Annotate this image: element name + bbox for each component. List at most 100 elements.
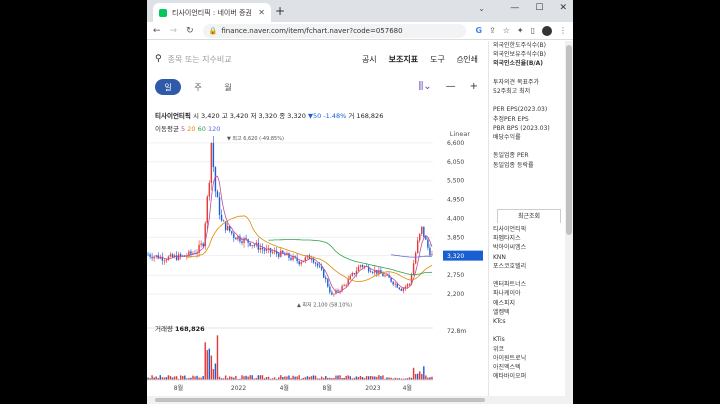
ma-20[interactable]: 20 bbox=[187, 125, 195, 133]
recent-stock-item[interactable]: KTis bbox=[493, 335, 505, 344]
sidebar-toggle-icon[interactable]: ▯ bbox=[531, 26, 535, 35]
address-bar-row: ← → ↻ 🔒 finance.naver.com/item/fchart.na… bbox=[147, 22, 573, 40]
disclosure-link[interactable]: 공시 bbox=[362, 54, 377, 65]
candle-body bbox=[171, 254, 174, 258]
volume-value: 168,826 bbox=[356, 112, 384, 120]
candle-body bbox=[343, 284, 345, 287]
volume-bar bbox=[284, 376, 286, 380]
back-icon[interactable]: ← bbox=[153, 26, 161, 36]
sidebar-info-item[interactable]: PER EPS(2023.03) bbox=[493, 105, 547, 114]
compare-search-input[interactable]: 종목 또는 지수비교 bbox=[168, 54, 362, 65]
candle-body bbox=[259, 247, 262, 250]
low-value: 3,320 bbox=[258, 112, 278, 120]
bookmark-star-icon[interactable]: ☆ bbox=[503, 26, 510, 35]
minimize-icon[interactable]: — bbox=[510, 3, 519, 13]
recent-stock-item[interactable]: 포스코호텔리 bbox=[493, 262, 526, 271]
ma-60[interactable]: 60 bbox=[198, 125, 206, 133]
candle-body bbox=[351, 273, 354, 276]
period-tab-month[interactable]: 월 bbox=[215, 79, 241, 95]
share-icon[interactable]: ⇪ bbox=[489, 26, 496, 35]
close-window-icon[interactable]: ✕ bbox=[559, 3, 567, 13]
recent-stock-item[interactable]: KTcs bbox=[493, 317, 506, 326]
forward-icon[interactable]: → bbox=[170, 26, 178, 36]
volume-bar bbox=[249, 375, 251, 380]
sidebar-info-item[interactable]: 추정PER EPS bbox=[493, 115, 529, 124]
volume-bar bbox=[286, 376, 288, 380]
recent-stock-item[interactable]: 엔터파트너스 bbox=[493, 280, 526, 289]
candle-body bbox=[233, 233, 235, 238]
open-label: 시 bbox=[192, 112, 199, 120]
recent-stock-item[interactable]: 위코 bbox=[493, 345, 504, 354]
volume-bar bbox=[412, 367, 415, 380]
close-tab-icon[interactable]: ✕ bbox=[258, 8, 265, 17]
ma-5[interactable]: 5 bbox=[181, 125, 185, 133]
sidebar-info-item[interactable]: 외국인소진율(B/A) bbox=[493, 59, 543, 68]
recent-stock-item[interactable]: 파멥타지스 bbox=[493, 234, 521, 243]
candle-body bbox=[220, 214, 223, 221]
period-tab-week[interactable]: 주 bbox=[185, 79, 211, 95]
ohlc-summary: 티사이언티픽 시 3,420 고 3,420 저 3,320 종 3,320 ▼… bbox=[155, 110, 383, 120]
candle-body bbox=[333, 293, 335, 295]
google-icon[interactable]: G bbox=[475, 26, 482, 35]
volume-bar bbox=[175, 376, 178, 380]
candle-body bbox=[175, 255, 178, 260]
volume-bar bbox=[235, 375, 237, 380]
search-icon[interactable]: ⚲ bbox=[155, 54, 162, 64]
sidebar-info-item[interactable]: 52주최고 최저 bbox=[493, 87, 530, 96]
recent-stock-item[interactable]: 아이원트로닉 bbox=[493, 354, 526, 363]
tab-search-icon[interactable]: ⌄ bbox=[478, 4, 485, 13]
profile-avatar[interactable] bbox=[542, 25, 552, 36]
recent-stock-item[interactable]: 에스피지 bbox=[493, 299, 515, 308]
recent-stock-item[interactable]: 에타바이오퍼 bbox=[493, 372, 526, 381]
recent-view-header[interactable]: 최근조회 bbox=[497, 209, 561, 223]
volume-bar bbox=[314, 375, 317, 380]
sidebar-info-item[interactable]: 투자의견 목표주가 bbox=[493, 78, 539, 87]
y-tick-label: 3,850 bbox=[447, 234, 464, 241]
sidebar-info-item[interactable]: 외국인보유주식수(B) bbox=[493, 50, 546, 59]
candle-body bbox=[402, 288, 405, 291]
candle-body bbox=[325, 277, 327, 280]
reload-icon[interactable]: ↻ bbox=[186, 26, 194, 36]
candle-body bbox=[382, 273, 384, 277]
recent-stock-item[interactable]: KNN bbox=[493, 253, 506, 262]
print-link[interactable]: ⎙인쇄 bbox=[457, 54, 478, 65]
period-tab-day[interactable]: 일 bbox=[155, 79, 181, 95]
url-field[interactable]: 🔒 finance.naver.com/item/fchart.naver?co… bbox=[202, 23, 467, 38]
candle-body bbox=[177, 254, 180, 260]
recent-stock-item[interactable]: 엘켐텍 bbox=[493, 308, 510, 317]
chart-type-icon[interactable]: ⫼⌄ bbox=[419, 81, 432, 92]
volume-bar bbox=[229, 376, 231, 380]
volume-bar bbox=[212, 369, 215, 380]
volume-bar bbox=[298, 375, 300, 380]
sidebar-info-item[interactable]: 외국인한도주식수(B) bbox=[493, 41, 546, 50]
sidebar-info-item[interactable]: 동일업종 PER bbox=[493, 151, 529, 160]
sidebar-info-item[interactable]: 배당수익률 bbox=[493, 133, 521, 142]
recent-stock-item[interactable]: 티사이언티픽 bbox=[493, 225, 526, 234]
extensions-icon[interactable]: ✦ bbox=[517, 26, 524, 35]
browser-tab[interactable]: 티사이언티픽 : 네이버 증권 ✕ bbox=[153, 3, 271, 22]
indicators-link[interactable]: 보조지표 bbox=[389, 54, 418, 65]
volume-bar bbox=[349, 376, 351, 380]
x-tick-label: 4월 bbox=[403, 384, 412, 392]
horizontal-scrollbar[interactable] bbox=[147, 396, 573, 404]
price-chart[interactable]: 6,600 6,050 5,500 4,950 4,400 3,850 2,750 2,200… bbox=[147, 136, 486, 394]
recent-stock-item[interactable]: 아진엑스텍 bbox=[493, 363, 521, 372]
zoom-in-icon[interactable]: + bbox=[470, 81, 478, 92]
volume-bar bbox=[337, 375, 339, 380]
tools-link[interactable]: 도구 bbox=[430, 54, 445, 65]
ma-120[interactable]: 120 bbox=[208, 125, 220, 133]
horizontal-scroll-thumb[interactable] bbox=[155, 398, 485, 402]
new-tab-icon[interactable]: + bbox=[275, 4, 285, 18]
volume-bar bbox=[294, 376, 296, 380]
maximize-icon[interactable]: ☐ bbox=[535, 3, 543, 13]
vertical-scroll-thumb[interactable] bbox=[566, 45, 572, 235]
y-tick-label: 2,750 bbox=[447, 272, 464, 279]
recent-stock-item[interactable]: 파나케이아 bbox=[493, 289, 521, 298]
sidebar-info-item[interactable]: 동일업종 등락률 bbox=[493, 161, 534, 170]
vertical-scrollbar[interactable] bbox=[565, 41, 573, 396]
sidebar-info-item[interactable]: PBR BPS (2023.03) bbox=[493, 124, 550, 133]
recent-stock-item[interactable]: 박아이씨엠스 bbox=[493, 243, 526, 252]
zoom-out-icon[interactable]: — bbox=[446, 81, 456, 92]
candle-body bbox=[396, 283, 398, 288]
menu-kebab-icon[interactable]: ⋮ bbox=[559, 26, 567, 35]
